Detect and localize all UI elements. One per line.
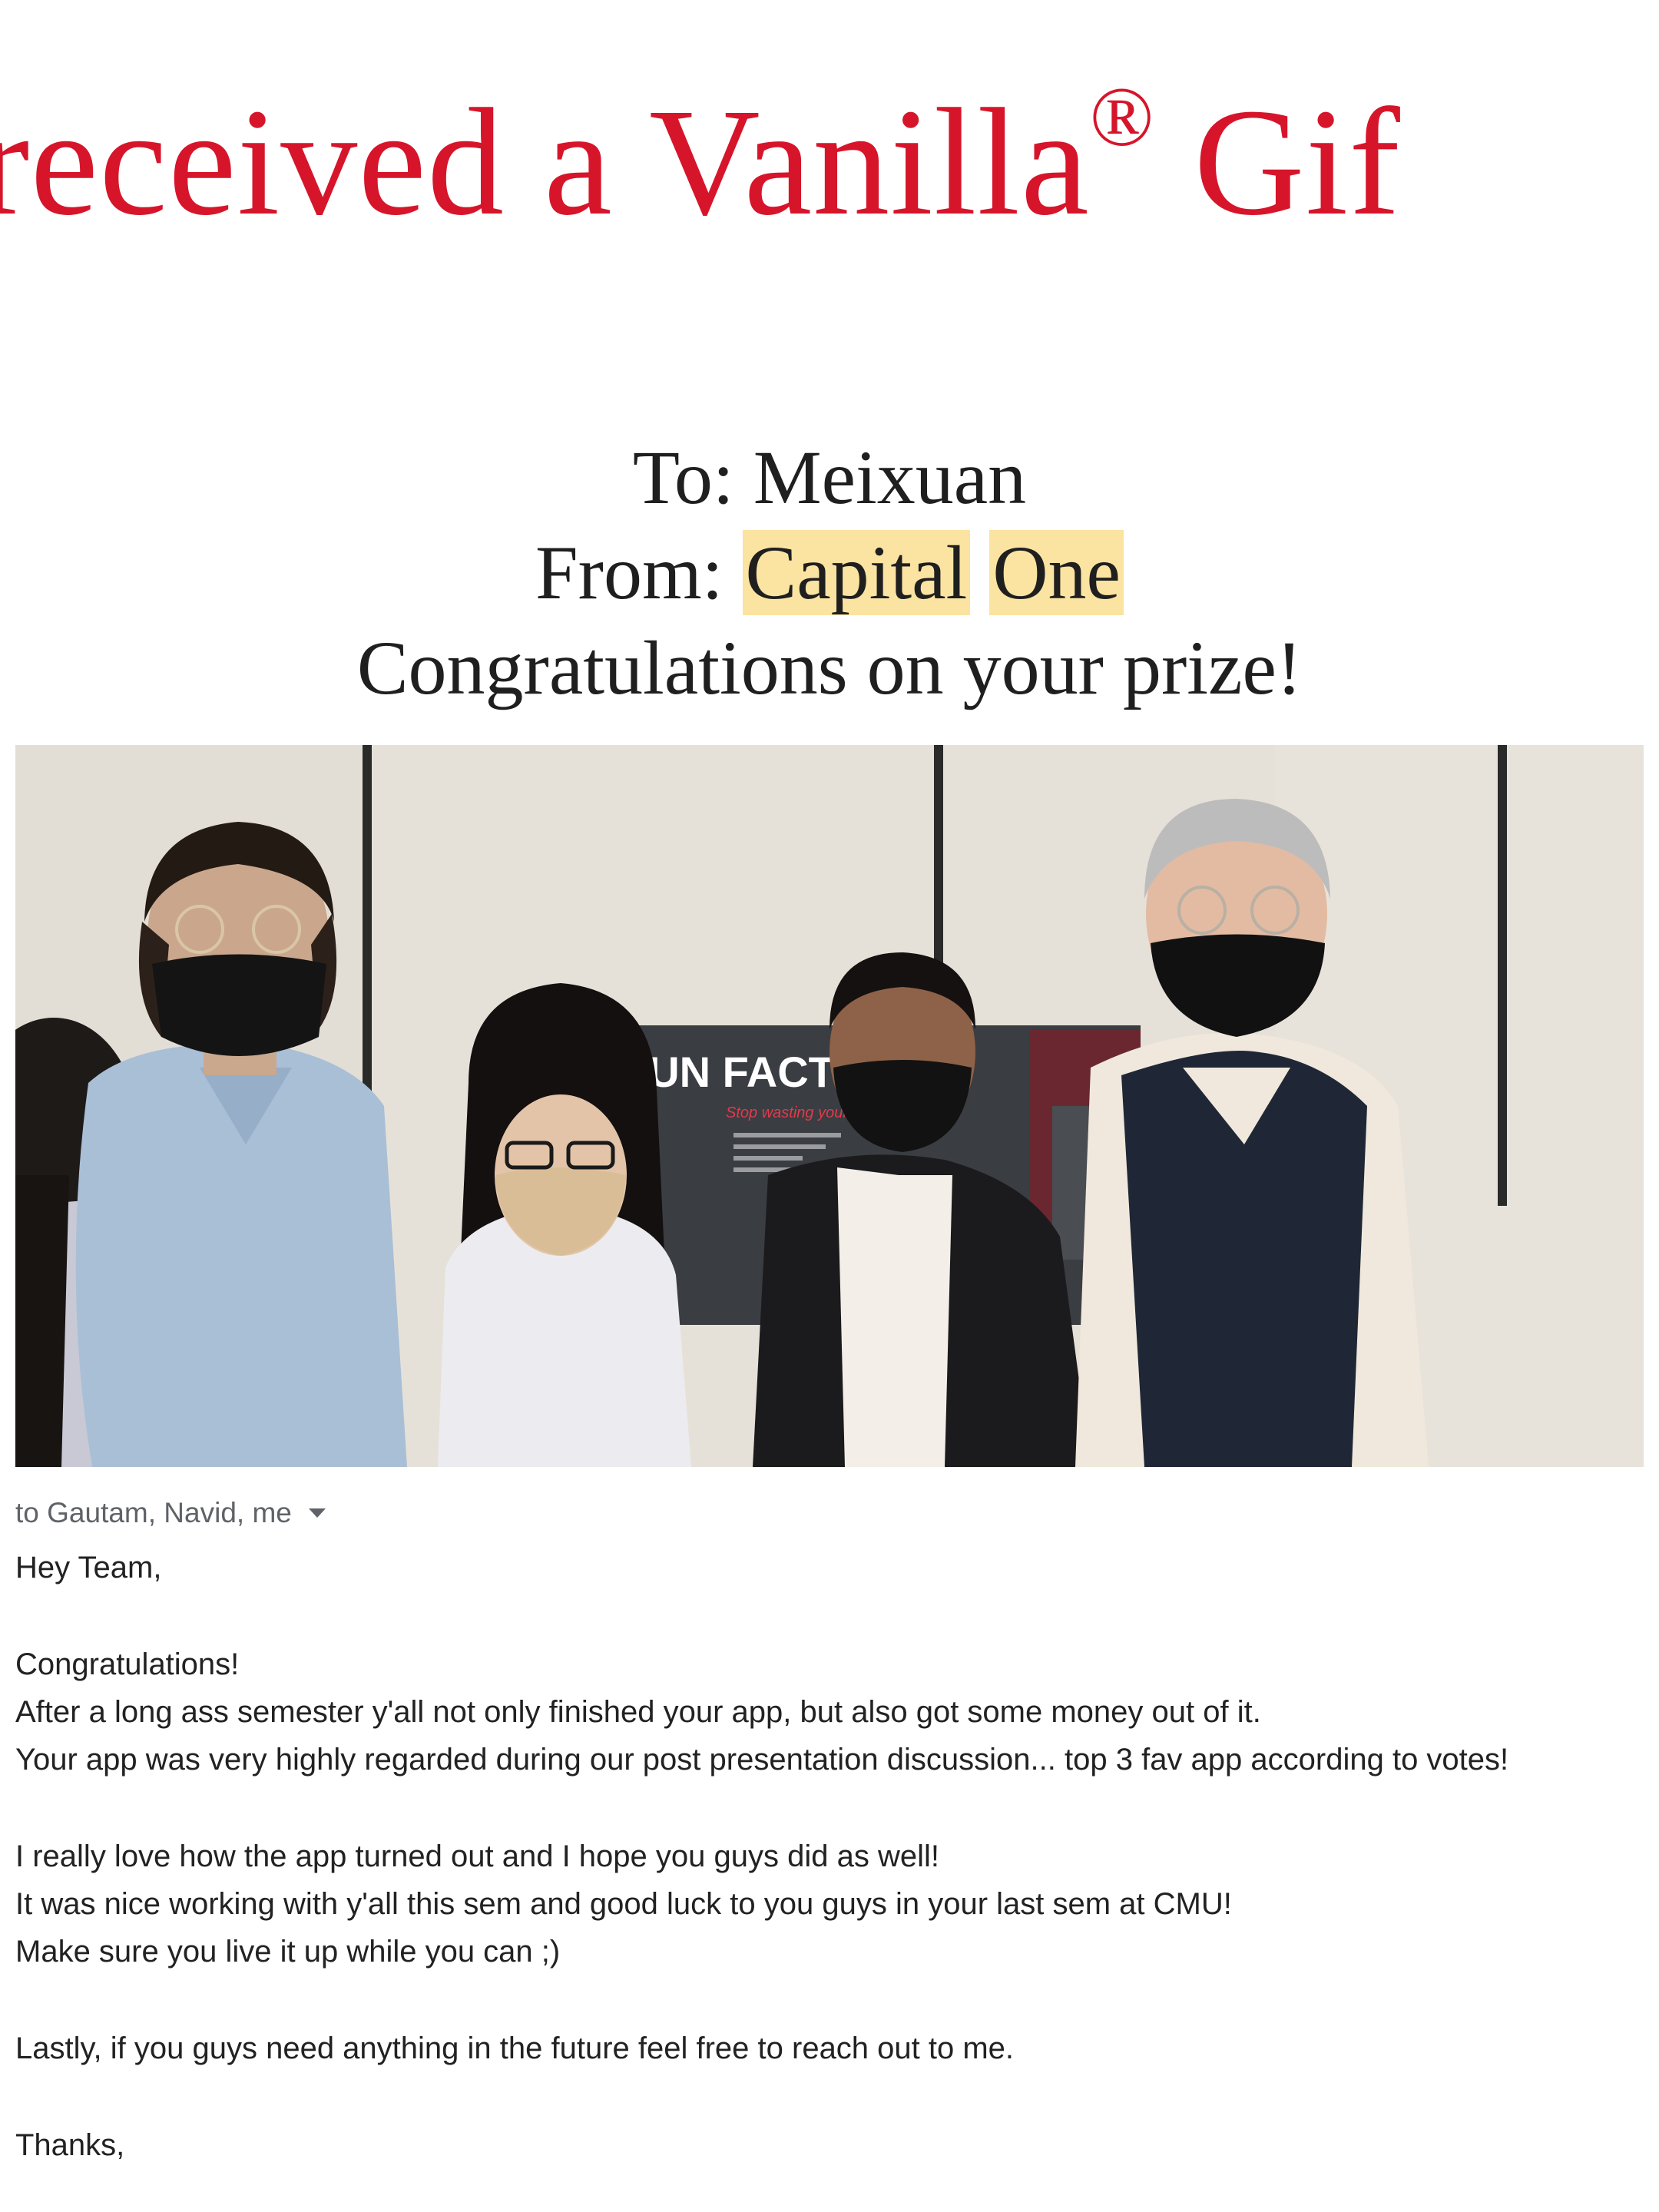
recipients-text: to Gautam, Navid, me xyxy=(15,1497,292,1528)
sender-highlight-one: One xyxy=(989,530,1124,615)
to-line: To: Meixuan xyxy=(632,435,1027,520)
headline-text: ve received a Vanilla xyxy=(0,78,1090,247)
greeting: Hey Team, xyxy=(15,1551,162,1584)
team-photo: FUN FACTOR Stop wasting your time xyxy=(15,745,1644,1467)
signoff: Thanks, xyxy=(15,2128,125,2162)
sender-highlight-capital: Capital xyxy=(742,530,971,615)
gift-headline: ve received a Vanilla® Gif xyxy=(0,75,1401,240)
paragraph-1-line-2: After a long ass semester y'all not only… xyxy=(15,1695,1261,1729)
recipients-dropdown-caret-icon[interactable] xyxy=(308,1508,326,1518)
paragraph-1-line-1: Congratulations! xyxy=(15,1647,240,1681)
email-body: to Gautam, Navid, me Hey Team, Congratul… xyxy=(15,1490,1644,2169)
paragraph-2-line-2: It was nice working with y'all this sem … xyxy=(15,1887,1232,1921)
from-line: From: Capital One xyxy=(0,525,1659,621)
congrats-message: Congratulations on your prize! xyxy=(356,625,1303,710)
gift-card-message: To: Meixuan From: Capital One Congratula… xyxy=(0,430,1659,716)
recipients-row: to Gautam, Navid, me xyxy=(15,1490,1644,1536)
gift-headline-banner: ve received a Vanilla® Gif xyxy=(0,0,1659,253)
registered-trademark-mark: ® xyxy=(1089,70,1155,164)
paragraph-1-line-3: Your app was very highly regarded during… xyxy=(15,1743,1509,1777)
paragraph-3-line-1: Lastly, if you guys need anything in the… xyxy=(15,2032,1015,2065)
headline-text-end: Gif xyxy=(1154,78,1401,247)
paragraph-2-line-3: Make sure you live it up while you can ;… xyxy=(15,1935,561,1969)
from-label: From: xyxy=(535,530,743,615)
paragraph-2-line-1: I really love how the app turned out and… xyxy=(15,1839,939,1873)
